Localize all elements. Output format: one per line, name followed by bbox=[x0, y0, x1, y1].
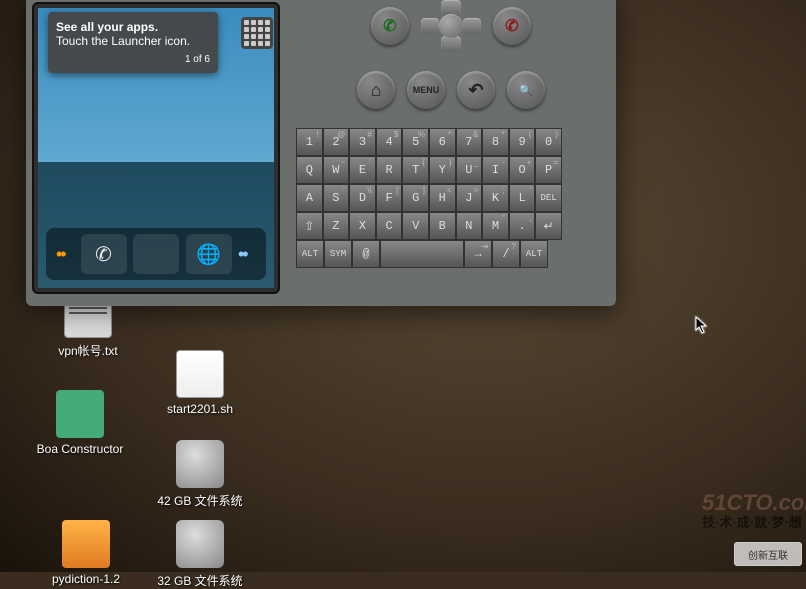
key[interactable]: =P bbox=[535, 156, 562, 184]
desktop-icon[interactable]: 32 GB 文件系统 bbox=[150, 520, 250, 589]
key[interactable]: C bbox=[376, 212, 403, 240]
dpad[interactable] bbox=[421, 0, 481, 52]
key[interactable]: ~W bbox=[323, 156, 350, 184]
icon-label: Boa Constructor bbox=[30, 442, 130, 456]
key[interactable]: +O bbox=[509, 156, 536, 184]
key[interactable]: ^6 bbox=[429, 128, 456, 156]
key[interactable]: *8 bbox=[482, 128, 509, 156]
page-indicator-right-icon[interactable]: •• bbox=[238, 244, 256, 265]
key[interactable]: V bbox=[402, 212, 429, 240]
key[interactable]: N bbox=[456, 212, 483, 240]
launcher-grid-icon bbox=[241, 17, 273, 49]
key[interactable]: ,. bbox=[509, 212, 536, 240]
key[interactable]: B bbox=[429, 212, 456, 240]
key[interactable]: ⇥→ bbox=[464, 240, 492, 268]
key[interactable]: A bbox=[296, 184, 323, 212]
home-button[interactable]: ⌂ bbox=[357, 71, 395, 109]
key[interactable]: ALT bbox=[520, 240, 548, 268]
phone-screen[interactable]: See all your apps. Touch the Launcher ic… bbox=[38, 8, 274, 288]
dpad-left-icon[interactable] bbox=[421, 18, 439, 34]
emulator-controls: ✆ ✆ ⌂ MENU ↶ 🔍 !1@2#3$4%5^6&7*8(9)0 Q~W´E… bbox=[286, 0, 616, 306]
file-icon bbox=[56, 390, 104, 438]
key[interactable]: ´E bbox=[349, 156, 376, 184]
key[interactable]: }Y bbox=[429, 156, 456, 184]
icon-label: 32 GB 文件系统 bbox=[150, 572, 250, 589]
key-delete[interactable]: DEL bbox=[535, 184, 562, 212]
key[interactable]: @2 bbox=[323, 128, 350, 156]
key[interactable]: 'L bbox=[509, 184, 536, 212]
key[interactable]: Z bbox=[323, 212, 350, 240]
key[interactable]: R bbox=[376, 156, 403, 184]
desktop-icon[interactable]: Boa Constructor bbox=[30, 390, 130, 456]
key[interactable]: Q bbox=[296, 156, 323, 184]
dpad-center-icon[interactable] bbox=[439, 14, 463, 38]
key[interactable]: "M bbox=[482, 212, 509, 240]
icon-label: vpn帐号.txt bbox=[38, 342, 138, 359]
key[interactable]: &7 bbox=[456, 128, 483, 156]
tooltip-page: 1 of 6 bbox=[56, 54, 210, 65]
watermark-logo: 创新互联 bbox=[734, 542, 802, 566]
call-button[interactable]: ✆ bbox=[371, 7, 409, 45]
key[interactable] bbox=[380, 240, 464, 268]
key[interactable]: ALT bbox=[296, 240, 324, 268]
key[interactable]: )0 bbox=[535, 128, 562, 156]
browser-icon[interactable]: 🌐 bbox=[186, 234, 232, 274]
key[interactable]: ;K bbox=[482, 184, 509, 212]
icon-label: 42 GB 文件系统 bbox=[150, 492, 250, 509]
key[interactable]: `S bbox=[323, 184, 350, 212]
key[interactable]: _U bbox=[456, 156, 483, 184]
menu-button[interactable]: MENU bbox=[407, 71, 445, 109]
key[interactable]: ?/ bbox=[492, 240, 520, 268]
dialer-icon[interactable]: ✆ bbox=[81, 234, 127, 274]
key[interactable]: SYM bbox=[324, 240, 352, 268]
key[interactable]: ]G bbox=[402, 184, 429, 212]
icon-label: start2201.sh bbox=[150, 402, 250, 416]
key[interactable]: $4 bbox=[376, 128, 403, 156]
key[interactable]: %5 bbox=[402, 128, 429, 156]
key[interactable]: ⇧ bbox=[296, 212, 323, 240]
hardware-keyboard: !1@2#3$4%5^6&7*8(9)0 Q~W´ER{T}Y_U-I+O=P A`… bbox=[296, 128, 562, 268]
key[interactable]: -I bbox=[482, 156, 509, 184]
file-icon bbox=[176, 350, 224, 398]
search-button[interactable]: 🔍 bbox=[507, 71, 545, 109]
tooltip-title: See all your apps. bbox=[56, 20, 210, 34]
android-emulator-window: See all your apps. Touch the Launcher ic… bbox=[26, 0, 616, 306]
key[interactable]: <H bbox=[429, 184, 456, 212]
key[interactable]: !1 bbox=[296, 128, 323, 156]
key[interactable]: #3 bbox=[349, 128, 376, 156]
key[interactable]: \\D bbox=[349, 184, 376, 212]
key[interactable]: X bbox=[349, 212, 376, 240]
dpad-right-icon[interactable] bbox=[463, 18, 481, 34]
desktop-icon[interactable]: 42 GB 文件系统 bbox=[150, 440, 250, 509]
key[interactable]: (9 bbox=[509, 128, 536, 156]
desktop-icon[interactable]: pydiction-1.2 bbox=[36, 520, 136, 586]
file-icon bbox=[176, 520, 224, 568]
end-call-button[interactable]: ✆ bbox=[493, 7, 531, 45]
key[interactable]: @ bbox=[352, 240, 380, 268]
icon-label: pydiction-1.2 bbox=[36, 572, 136, 586]
page-indicator-left-icon[interactable]: •• bbox=[56, 244, 74, 265]
tooltip-body: Touch the Launcher icon. bbox=[56, 34, 210, 48]
hint-tooltip: See all your apps. Touch the Launcher ic… bbox=[48, 12, 218, 73]
phone-frame: See all your apps. Touch the Launcher ic… bbox=[32, 2, 280, 294]
phone-dock: •• ✆ 🌐 •• bbox=[46, 228, 266, 280]
desktop-icon[interactable]: start2201.sh bbox=[150, 350, 250, 416]
file-icon bbox=[62, 520, 110, 568]
key[interactable]: >J bbox=[456, 184, 483, 212]
key[interactable]: {T bbox=[402, 156, 429, 184]
key-enter[interactable]: ↵ bbox=[535, 212, 562, 240]
launcher-icon[interactable] bbox=[133, 234, 179, 274]
back-button[interactable]: ↶ bbox=[457, 71, 495, 109]
dpad-down-icon[interactable] bbox=[441, 36, 461, 52]
file-icon bbox=[176, 440, 224, 488]
key[interactable]: [F bbox=[376, 184, 403, 212]
